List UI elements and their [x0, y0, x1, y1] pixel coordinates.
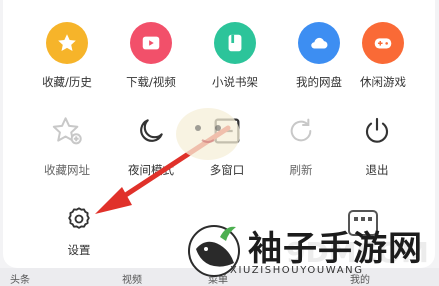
mascot-image	[176, 108, 240, 160]
watermark-subtitle: XIUZISHOUYOUWANG	[230, 265, 364, 276]
watermark-title: 袖子手游网	[248, 229, 423, 269]
nav-headlines[interactable]: 头条	[10, 271, 30, 286]
watermark: 袖子手游网 XIUZISHOUYOUWANG	[178, 215, 436, 283]
nav-video[interactable]: 视频	[122, 271, 142, 286]
